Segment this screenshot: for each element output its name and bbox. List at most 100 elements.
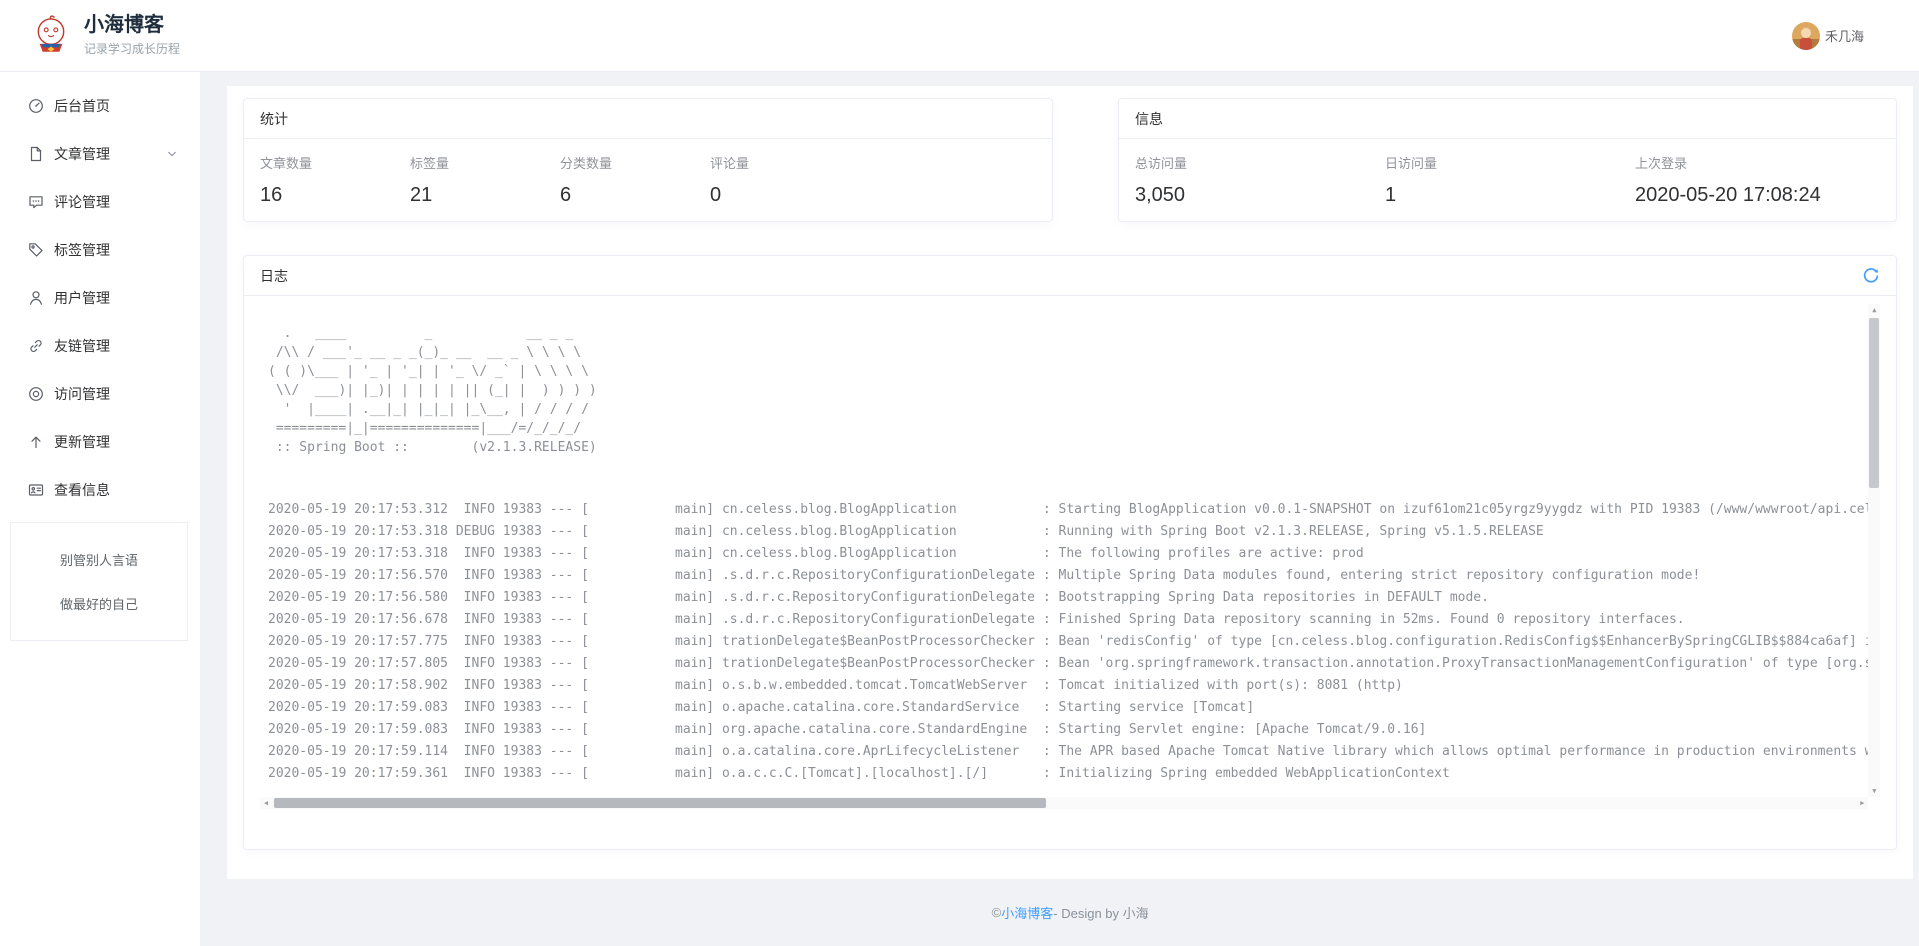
dashboard-icon: [28, 98, 44, 114]
log-line: 2020-05-19 20:17:56.580 INFO 19383 --- […: [268, 587, 1880, 609]
document-icon: [28, 146, 44, 162]
log-viewport: . ____ _ __ _ _ /\\ / ___'_ __ _ _(_)_ _…: [260, 304, 1880, 809]
footer-site-link[interactable]: 小海博客: [1001, 903, 1053, 922]
log-line: 2020-05-19 20:17:56.570 INFO 19383 --- […: [268, 565, 1880, 587]
tag-icon: [28, 242, 44, 258]
vertical-scroll-thumb[interactable]: [1869, 318, 1879, 488]
sidebar-item-tags[interactable]: 标签管理: [0, 226, 200, 274]
stat-label: 日访问量: [1385, 153, 1635, 172]
stat-value: 0: [710, 184, 749, 207]
stat-column: 文章数量 16: [260, 153, 410, 207]
quote-line: 做最好的自己: [11, 594, 187, 613]
stat-column: 上次登录 2020-05-20 17:08:24: [1635, 153, 1821, 207]
visit-icon: [28, 386, 44, 402]
main-area: 统计 文章数量 16 标签量 21 分类数量 6 评论量 0 信息 总访问量 3…: [200, 72, 1919, 946]
info-card-icon: [28, 482, 44, 498]
log-card-title: 日志: [260, 266, 288, 286]
update-icon: [28, 434, 44, 450]
sidebar-item-updates[interactable]: 更新管理: [0, 418, 200, 466]
log-line: 2020-05-19 20:17:59.114 INFO 19383 --- […: [268, 741, 1880, 763]
sidebar-item-users[interactable]: 用户管理: [0, 274, 200, 322]
horizontal-scroll-thumb[interactable]: [274, 798, 1046, 808]
chevron-down-icon: [166, 148, 178, 160]
stat-column: 总访问量 3,050: [1135, 153, 1385, 207]
stat-column: 日访问量 1: [1385, 153, 1635, 207]
user-icon: [28, 290, 44, 306]
scroll-right-arrow-icon[interactable]: ▶: [1856, 797, 1868, 809]
site-logo-icon: [30, 15, 72, 57]
stat-value: 6: [560, 184, 710, 207]
stat-label: 分类数量: [560, 153, 710, 172]
link-icon: [28, 338, 44, 354]
log-card: 日志 . ____ _ __ _ _ /\\ / ___'_ __ _ _(_)…: [243, 255, 1897, 850]
sidebar-quote-box: 别管别人言语做最好的自己: [10, 522, 188, 641]
refresh-icon[interactable]: [1862, 267, 1880, 285]
scroll-down-arrow-icon[interactable]: ▼: [1868, 785, 1880, 797]
sidebar-item-label: 更新管理: [54, 432, 178, 452]
footer: © 小海博客 - Design by 小海: [227, 879, 1913, 946]
info-card: 信息 总访问量 3,050 日访问量 1 上次登录 2020-05-20 17:…: [1118, 98, 1897, 222]
log-line: 2020-05-19 20:17:57.805 INFO 19383 --- […: [268, 653, 1880, 675]
sidebar-item-links[interactable]: 友链管理: [0, 322, 200, 370]
username-label: 禾几海: [1825, 26, 1864, 45]
content-panel: 统计 文章数量 16 标签量 21 分类数量 6 评论量 0 信息 总访问量 3…: [227, 86, 1913, 879]
info-card-title: 信息: [1135, 109, 1163, 129]
sidebar-item-info[interactable]: 查看信息: [0, 466, 200, 514]
user-menu[interactable]: 禾几海: [1792, 22, 1864, 50]
log-card-header: 日志: [244, 256, 1896, 296]
top-header: 小海博客 记录学习成长历程 禾几海: [0, 0, 1919, 72]
scroll-left-arrow-icon[interactable]: ◀: [260, 797, 272, 809]
site-title: 小海博客: [84, 14, 180, 36]
stats-card-body: 文章数量 16 标签量 21 分类数量 6 评论量 0: [244, 139, 1052, 221]
log-line: 2020-05-19 20:17:57.775 INFO 19383 --- […: [268, 631, 1880, 653]
log-card-body: . ____ _ __ _ _ /\\ / ___'_ __ _ _(_)_ _…: [244, 296, 1896, 809]
scroll-up-arrow-icon[interactable]: ▲: [1868, 304, 1880, 316]
sidebar-item-label: 后台首页: [54, 96, 178, 116]
log-lines: 2020-05-19 20:17:53.312 INFO 19383 --- […: [260, 499, 1880, 785]
site-subtitle: 记录学习成长历程: [84, 40, 180, 57]
user-avatar: [1792, 22, 1820, 50]
footer-designer: - Design by 小海: [1053, 903, 1148, 922]
log-line: 2020-05-19 20:17:59.361 INFO 19383 --- […: [268, 763, 1880, 785]
stats-card-header: 统计: [244, 99, 1052, 139]
comment-icon: [28, 194, 44, 210]
stat-label: 总访问量: [1135, 153, 1385, 172]
stats-card: 统计 文章数量 16 标签量 21 分类数量 6 评论量 0: [243, 98, 1053, 222]
footer-copyright: ©: [992, 905, 1002, 920]
sidebar-item-dashboard[interactable]: 后台首页: [0, 82, 200, 130]
stats-card-title: 统计: [260, 109, 288, 129]
sidebar: 后台首页 文章管理 评论管理 标签管理 用户管理 友链管理: [0, 72, 200, 946]
log-line: 2020-05-19 20:17:53.312 INFO 19383 --- […: [268, 499, 1880, 521]
log-line: 2020-05-19 20:17:59.083 INFO 19383 --- […: [268, 719, 1880, 741]
stat-value: 1: [1385, 184, 1635, 207]
stat-value: 2020-05-20 17:08:24: [1635, 184, 1821, 207]
stat-value: 16: [260, 184, 410, 207]
sidebar-item-visits[interactable]: 访问管理: [0, 370, 200, 418]
info-card-header: 信息: [1119, 99, 1896, 139]
sidebar-item-comments[interactable]: 评论管理: [0, 178, 200, 226]
log-horizontal-scrollbar[interactable]: ◀ ▶: [260, 797, 1868, 809]
stat-label: 评论量: [710, 153, 749, 172]
sidebar-item-label: 友链管理: [54, 336, 178, 356]
stat-column: 分类数量 6: [560, 153, 710, 207]
sidebar-item-articles[interactable]: 文章管理: [0, 130, 200, 178]
log-vertical-scrollbar[interactable]: ▲ ▼: [1868, 304, 1880, 797]
sidebar-item-label: 评论管理: [54, 192, 178, 212]
stat-label: 标签量: [410, 153, 560, 172]
log-line: 2020-05-19 20:17:59.083 INFO 19383 --- […: [268, 697, 1880, 719]
stat-column: 标签量 21: [410, 153, 560, 207]
log-line: 2020-05-19 20:17:58.902 INFO 19383 --- […: [268, 675, 1880, 697]
sidebar-menu: 后台首页 文章管理 评论管理 标签管理 用户管理 友链管理: [0, 82, 200, 514]
brand[interactable]: 小海博客 记录学习成长历程: [30, 14, 180, 57]
sidebar-item-label: 标签管理: [54, 240, 178, 260]
sidebar-item-label: 访问管理: [54, 384, 178, 404]
stat-value: 3,050: [1135, 184, 1385, 207]
sidebar-item-label: 用户管理: [54, 288, 178, 308]
stat-column: 评论量 0: [710, 153, 749, 207]
stat-label: 文章数量: [260, 153, 410, 172]
spring-boot-banner: . ____ _ __ _ _ /\\ / ___'_ __ _ _(_)_ _…: [260, 304, 1880, 457]
info-card-body: 总访问量 3,050 日访问量 1 上次登录 2020-05-20 17:08:…: [1119, 139, 1896, 221]
brand-text: 小海博客 记录学习成长历程: [84, 14, 180, 57]
sidebar-item-label: 文章管理: [54, 144, 166, 164]
stat-value: 21: [410, 184, 560, 207]
